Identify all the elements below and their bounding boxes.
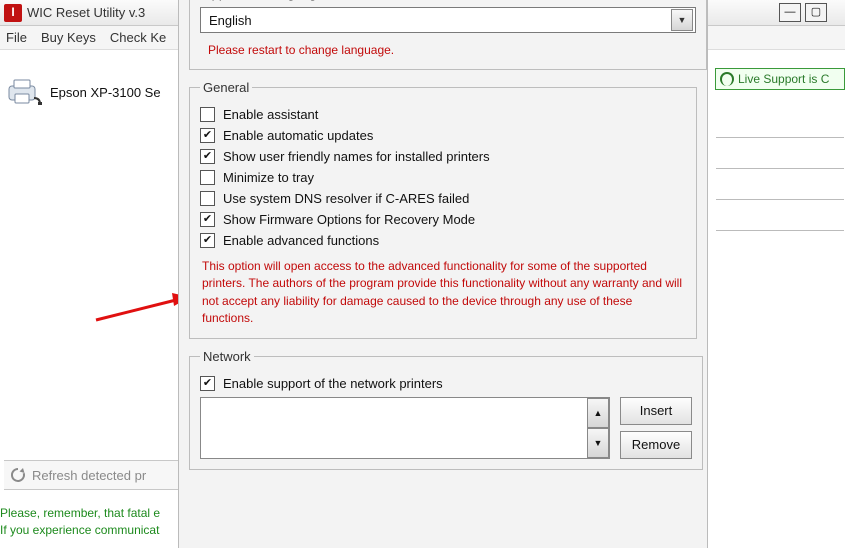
divider: [716, 168, 844, 169]
option-enable-updates[interactable]: Enable automatic updates: [200, 128, 686, 143]
language-restart-note: Please restart to change language.: [208, 43, 696, 57]
language-group: Application language English Please rest…: [189, 0, 707, 70]
general-group: General Enable assistant Enable automati…: [189, 80, 697, 339]
status-messages: Please, remember, that fatal e If you ex…: [0, 505, 180, 540]
option-label: Show user friendly names for installed p…: [223, 149, 490, 164]
maximize-button[interactable]: ▢: [805, 3, 827, 22]
printer-icon: [6, 78, 42, 106]
remove-button[interactable]: Remove: [620, 431, 692, 459]
checkbox[interactable]: [200, 212, 215, 227]
advanced-warning: This option will open access to the adva…: [202, 258, 684, 328]
option-label: Enable automatic updates: [223, 128, 373, 143]
checkbox[interactable]: [200, 128, 215, 143]
option-network-printers[interactable]: Enable support of the network printers: [200, 376, 692, 391]
minimize-button[interactable]: —: [779, 3, 801, 22]
divider: [716, 137, 844, 138]
option-label: Enable assistant: [223, 107, 318, 122]
menu-check[interactable]: Check Ke: [110, 30, 166, 45]
app-icon: [4, 4, 22, 22]
list-scroll-up[interactable]: ▲: [587, 398, 609, 428]
live-support-label: Live Support is C: [738, 72, 829, 86]
language-select[interactable]: English: [200, 7, 696, 33]
headset-icon: [720, 72, 734, 86]
option-dns-resolver[interactable]: Use system DNS resolver if C-ARES failed: [200, 191, 686, 206]
option-minimize-tray[interactable]: Minimize to tray: [200, 170, 686, 185]
chevron-down-icon[interactable]: [671, 9, 693, 31]
refresh-label: Refresh detected pr: [32, 468, 146, 483]
language-legend: Application language: [200, 0, 327, 1]
option-label: Minimize to tray: [223, 170, 314, 185]
option-label: Use system DNS resolver if C-ARES failed: [223, 191, 469, 206]
option-enable-assistant[interactable]: Enable assistant: [200, 107, 686, 122]
general-legend: General: [200, 80, 252, 95]
network-legend: Network: [200, 349, 254, 364]
list-scroll-down[interactable]: ▼: [587, 428, 609, 458]
language-value: English: [209, 13, 252, 28]
annotation-arrow: [92, 290, 192, 330]
checkbox[interactable]: [200, 376, 215, 391]
app-title: WIC Reset Utility v.3: [27, 5, 145, 20]
checkbox[interactable]: [200, 191, 215, 206]
network-group: Network Enable support of the network pr…: [189, 349, 703, 470]
checkbox[interactable]: [200, 107, 215, 122]
option-enable-advanced[interactable]: Enable advanced functions: [200, 233, 686, 248]
checkbox[interactable]: [200, 170, 215, 185]
printer-name: Epson XP-3100 Se: [50, 85, 161, 100]
refresh-icon: [10, 467, 26, 483]
menu-file[interactable]: File: [6, 30, 27, 45]
checkbox[interactable]: [200, 149, 215, 164]
network-printers-list[interactable]: ▲ ▼: [200, 397, 610, 459]
checkbox[interactable]: [200, 233, 215, 248]
divider: [716, 199, 844, 200]
option-label: Show Firmware Options for Recovery Mode: [223, 212, 475, 227]
printer-row[interactable]: Epson XP-3100 Se: [6, 78, 161, 106]
divider: [716, 230, 844, 231]
option-label: Enable support of the network printers: [223, 376, 443, 391]
menu-buy-keys[interactable]: Buy Keys: [41, 30, 96, 45]
option-firmware-recovery[interactable]: Show Firmware Options for Recovery Mode: [200, 212, 686, 227]
settings-dialog: Application language English Please rest…: [178, 0, 708, 548]
status-line-1: Please, remember, that fatal e: [0, 505, 180, 522]
insert-button[interactable]: Insert: [620, 397, 692, 425]
option-friendly-names[interactable]: Show user friendly names for installed p…: [200, 149, 686, 164]
option-label: Enable advanced functions: [223, 233, 379, 248]
refresh-button[interactable]: Refresh detected pr: [4, 460, 180, 490]
status-line-2: If you experience communicat: [0, 522, 180, 539]
live-support-link[interactable]: Live Support is C: [715, 68, 845, 90]
